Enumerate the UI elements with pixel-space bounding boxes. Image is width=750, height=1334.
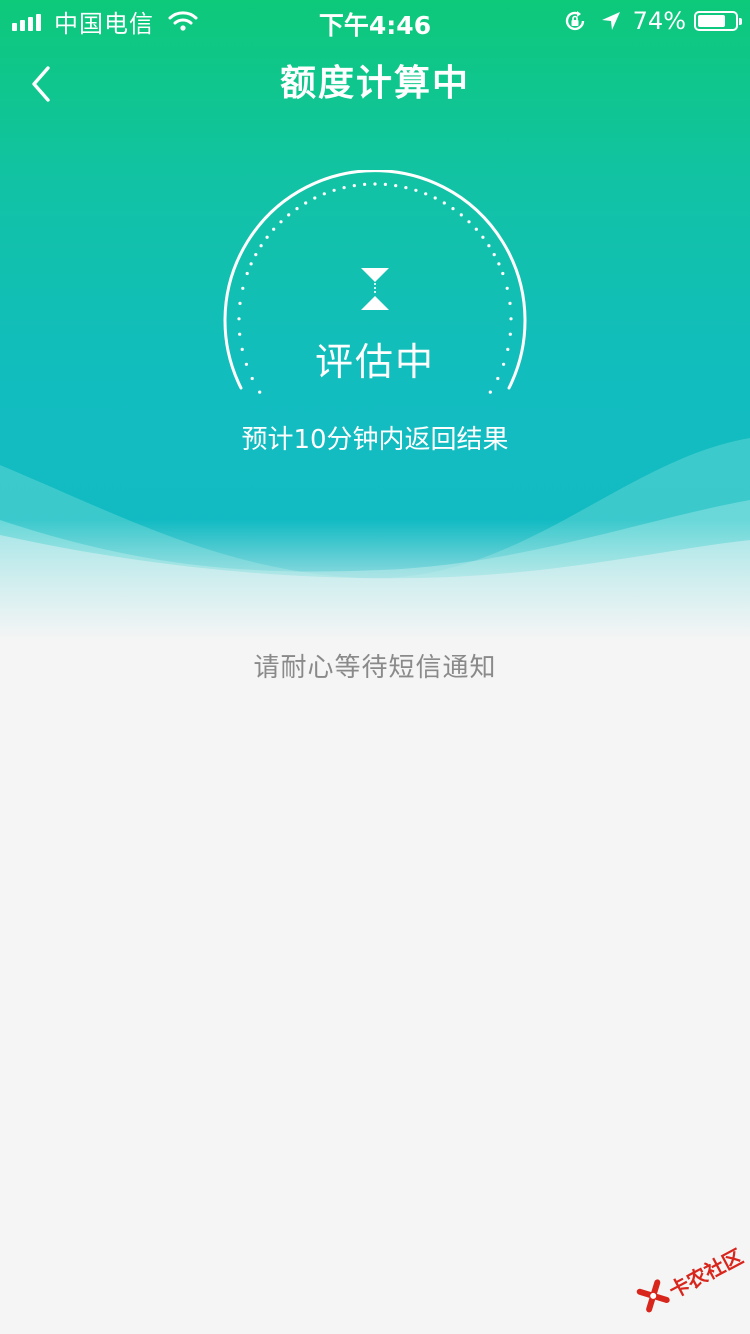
gauge-tick	[254, 253, 258, 257]
gauge-tick	[442, 201, 446, 205]
gauge-tick	[287, 213, 291, 217]
gauge-tick	[433, 196, 437, 200]
gauge-tick	[265, 235, 269, 239]
page-title: 额度计算中	[279, 63, 470, 104]
gauge-tick	[259, 244, 263, 248]
gauge-tick	[501, 271, 505, 276]
gauge-tick	[488, 390, 492, 394]
watermark-text: 卡农社区	[664, 1244, 747, 1303]
gauge-tick	[467, 220, 471, 224]
gauge-tick	[295, 207, 299, 211]
sms-notice-text: 请耐心等待短信通知	[253, 653, 497, 683]
gauge-tick	[237, 317, 241, 321]
location-arrow-icon	[601, 12, 620, 30]
hourglass-icon	[361, 268, 389, 310]
battery-percent: 74%	[632, 7, 686, 35]
gauge-tick	[383, 182, 387, 186]
gauge-tick	[451, 207, 455, 211]
battery-icon	[694, 11, 742, 31]
gauge-tick	[373, 182, 377, 186]
gauge-tick	[414, 188, 418, 192]
gauge-tick	[492, 253, 496, 257]
gauge-tick	[238, 301, 242, 305]
gauge-tick	[497, 262, 501, 266]
gauge-tick	[332, 188, 336, 192]
gauge-tick	[394, 184, 398, 188]
gauge-tick	[279, 220, 283, 224]
page: 中国电信 下午4:46 74% 额度计算中 评估中 预计10分钟内返回结果 请耐…	[0, 0, 750, 1334]
status-right: 74%	[563, 6, 742, 36]
rotation-lock-icon	[565, 11, 584, 31]
gauge-tick	[459, 213, 463, 217]
gauge-tick	[304, 201, 308, 205]
battery-fill	[698, 15, 725, 27]
gauge-tick	[241, 286, 245, 290]
gauge-tick	[272, 227, 276, 231]
gauge-tick	[342, 186, 346, 190]
gauge-tick	[258, 390, 262, 394]
watermark-logo: 卡农社区	[630, 1231, 750, 1333]
gauge-tick	[363, 182, 367, 186]
gauge-tick	[313, 196, 317, 200]
gauge-tick	[508, 301, 512, 305]
gauge-tick	[505, 286, 509, 290]
gauge-tick	[245, 271, 249, 276]
gauge-tick	[322, 192, 326, 196]
status-bar: 中国电信 下午4:46 74%	[0, 0, 750, 40]
gauge-tick	[424, 192, 428, 196]
gauge-tick	[509, 317, 513, 321]
gauge-tick	[404, 186, 408, 190]
gauge-status-label: 评估中	[314, 340, 435, 384]
eta-text: 预计10分钟内返回结果	[241, 425, 509, 455]
gauge-tick	[474, 227, 478, 231]
gauge-tick	[481, 235, 485, 239]
gauge-tick	[352, 184, 356, 188]
gauge-tick	[249, 262, 253, 266]
gauge-tick	[487, 244, 491, 248]
